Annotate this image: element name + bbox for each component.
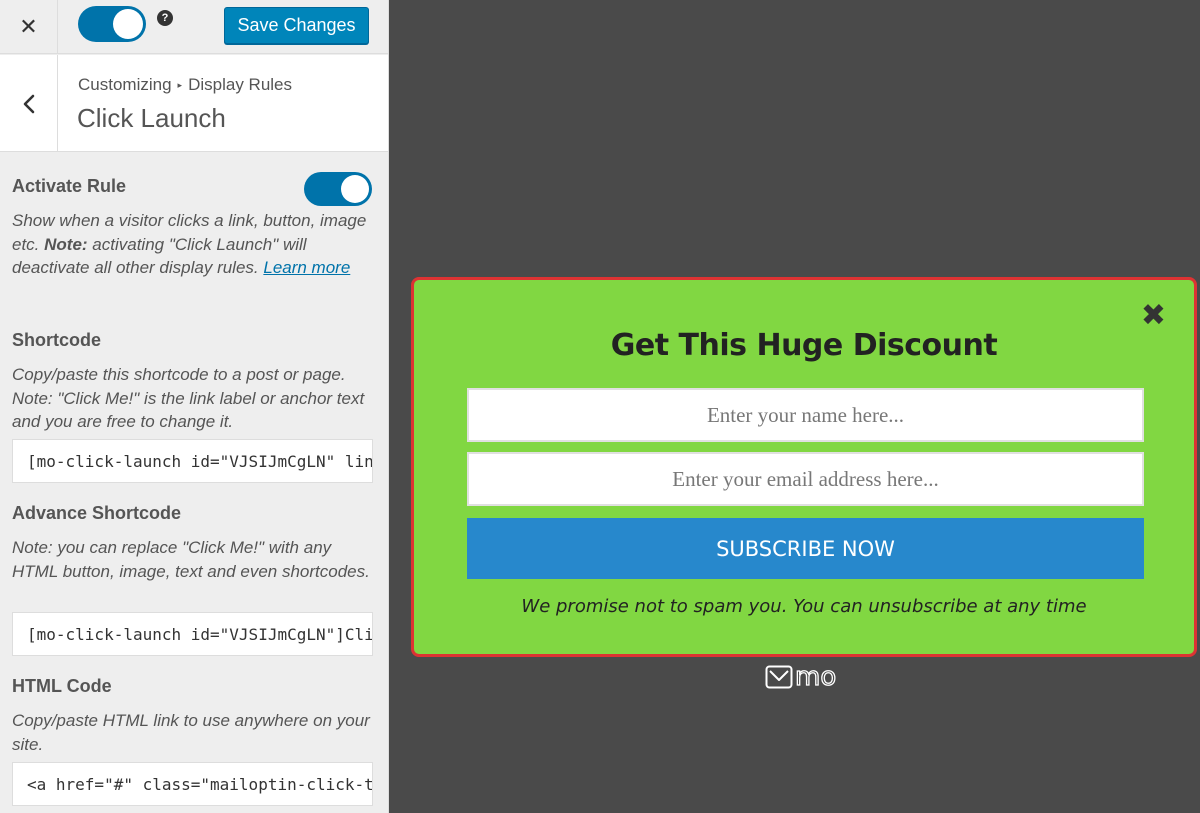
- shortcode-title: Shortcode: [12, 330, 102, 350]
- breadcrumb-current: Display Rules: [188, 75, 293, 94]
- html-code-field[interactable]: <a href="#" class="mailoptin-click-trigg: [12, 762, 373, 806]
- popup-headline: Get This Huge Discount: [610, 328, 998, 363]
- shortcode-description: Copy/paste this shortcode to a post or p…: [12, 365, 365, 431]
- mailoptin-logo: mo: [765, 662, 837, 692]
- learn-more-link[interactable]: Learn more: [263, 258, 350, 277]
- toggle-knob: [341, 175, 369, 203]
- chevron-left-icon: [23, 94, 34, 113]
- breadcrumb-parent: Customizing: [78, 75, 172, 94]
- optin-popup: ✖ Get This Huge Discount Enter your name…: [411, 277, 1197, 657]
- subscribe-button[interactable]: SUBSCRIBE NOW: [467, 518, 1144, 579]
- popup-note: We promise not to spam you. You can unsu…: [521, 596, 1087, 617]
- advance-shortcode-field[interactable]: [mo-click-launch id="VJSIJmCgLN"]Clic: [12, 612, 373, 656]
- customizer-sidebar: ✕ ? Save Changes Customizing ▸ Display R…: [0, 0, 389, 813]
- global-toggle[interactable]: [78, 6, 146, 42]
- name-input[interactable]: Enter your name here...: [467, 388, 1144, 442]
- breadcrumb: Customizing ▸ Display Rules: [78, 75, 292, 95]
- breadcrumb-separator-icon: ▸: [177, 79, 183, 90]
- customizer-topbar: ✕ ? Save Changes: [0, 0, 388, 54]
- activate-rule-description: Show when a visitor clicks a link, butto…: [12, 209, 374, 280]
- desc-note-label: Note:: [44, 234, 88, 254]
- html-code-title: HTML Code: [12, 676, 112, 696]
- activate-rule-title: Activate Rule: [12, 176, 127, 196]
- advance-shortcode-description: Note: you can replace "Click Me!" with a…: [12, 538, 370, 581]
- activate-rule-toggle[interactable]: [304, 172, 372, 206]
- page-title: Click Launch: [77, 103, 226, 133]
- save-button[interactable]: Save Changes: [224, 7, 369, 44]
- toggle-knob: [113, 9, 143, 39]
- help-icon[interactable]: ?: [157, 10, 173, 26]
- section-header: Customizing ▸ Display Rules Click Launch: [0, 55, 388, 152]
- advance-shortcode-title: Advance Shortcode: [12, 503, 182, 523]
- mail-icon: [765, 665, 793, 689]
- html-code-description: Copy/paste HTML link to use anywhere on …: [12, 711, 370, 754]
- shortcode-field[interactable]: [mo-click-launch id="VJSIJmCgLN" link: [12, 439, 373, 483]
- email-input[interactable]: Enter your email address here...: [467, 452, 1144, 506]
- close-icon[interactable]: ✕: [0, 0, 58, 54]
- back-button[interactable]: [0, 55, 58, 152]
- brand-text: mo: [794, 662, 837, 692]
